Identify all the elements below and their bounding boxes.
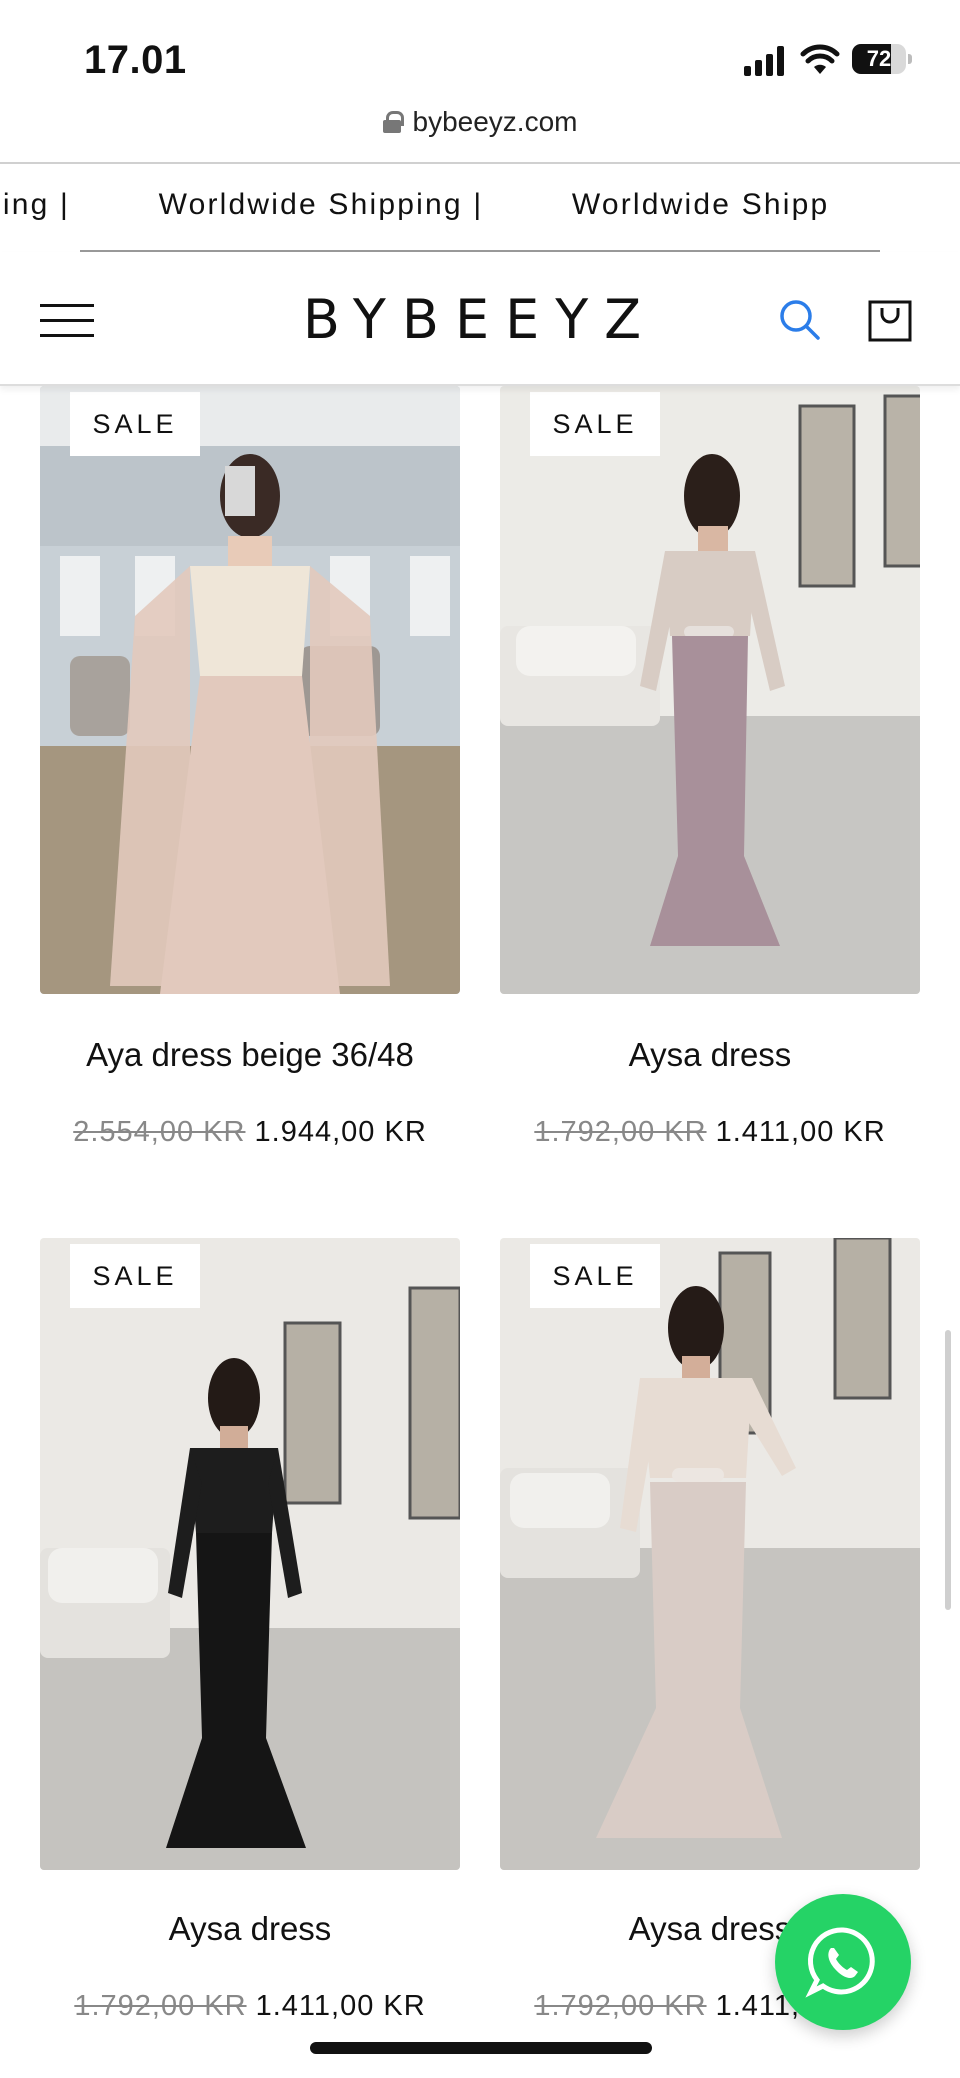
sale-price: 1.411,00 KR bbox=[715, 1116, 886, 1148]
announcement-bar: ping | Worldwide Shipping | Worldwide Sh… bbox=[0, 166, 960, 252]
original-price: 1.792,00 KR bbox=[534, 1990, 707, 2022]
original-price: 2.554,00 KR bbox=[73, 1116, 246, 1148]
product-image[interactable]: SALE bbox=[40, 386, 460, 994]
address-bar[interactable]: bybeeyz.com bbox=[0, 100, 960, 160]
sale-price: 1.944,00 KR bbox=[254, 1116, 427, 1148]
product-title[interactable]: Aysa dress bbox=[40, 1910, 460, 1948]
product-image[interactable]: SALE bbox=[40, 1238, 460, 1870]
product-photo bbox=[500, 1238, 920, 1870]
original-price: 1.792,00 KR bbox=[74, 1990, 247, 2022]
product-price: 2.554,00 KR 1.944,00 KR bbox=[40, 1116, 460, 1149]
product-image[interactable]: SALE bbox=[500, 1238, 920, 1870]
menu-icon[interactable] bbox=[40, 302, 94, 338]
battery-icon: 72 bbox=[852, 44, 912, 74]
sale-badge: SALE bbox=[530, 1244, 660, 1308]
divider bbox=[0, 162, 960, 164]
wifi-icon bbox=[800, 44, 840, 74]
sale-badge: SALE bbox=[70, 1244, 200, 1308]
whatsapp-icon bbox=[805, 1927, 875, 1998]
announcement-item: ping | bbox=[0, 188, 71, 221]
product-photo bbox=[500, 386, 920, 994]
shopping-bag-icon[interactable] bbox=[866, 296, 914, 344]
product-price: 1.792,00 KR 1.411,00 KR bbox=[40, 1990, 460, 2023]
sale-badge: SALE bbox=[530, 392, 660, 456]
search-icon[interactable] bbox=[776, 296, 824, 344]
battery-level: 72 bbox=[866, 46, 892, 71]
site-logo[interactable]: BYBEEYZ bbox=[280, 288, 680, 351]
product-title[interactable]: Aysa dress bbox=[500, 1036, 920, 1074]
announcement-item: Worldwide Shipping | bbox=[158, 188, 484, 221]
status-time: 17.01 bbox=[84, 38, 187, 82]
sale-badge: SALE bbox=[70, 392, 200, 456]
cellular-signal-icon bbox=[744, 46, 786, 76]
whatsapp-button[interactable] bbox=[775, 1894, 911, 2030]
home-indicator bbox=[310, 2042, 652, 2054]
url-text: bybeeyz.com bbox=[412, 106, 578, 137]
product-title[interactable]: Aya dress beige 36/48 bbox=[40, 1036, 460, 1074]
announcement-item: Worldwide Shipp bbox=[571, 188, 830, 221]
sale-price: 1.411,00 KR bbox=[255, 1990, 426, 2022]
product-photo bbox=[40, 1238, 460, 1870]
site-header: BYBEEYZ bbox=[0, 252, 960, 386]
product-price: 1.792,00 KR 1.411,00 KR bbox=[500, 1116, 920, 1149]
product-image[interactable]: SALE bbox=[500, 386, 920, 994]
scrollbar[interactable] bbox=[945, 1330, 951, 1610]
original-price: 1.792,00 KR bbox=[534, 1116, 707, 1148]
status-bar: 17.01 72 bbox=[0, 0, 960, 110]
lock-icon bbox=[382, 111, 404, 133]
marquee-fade bbox=[900, 166, 960, 252]
product-photo bbox=[40, 386, 460, 994]
